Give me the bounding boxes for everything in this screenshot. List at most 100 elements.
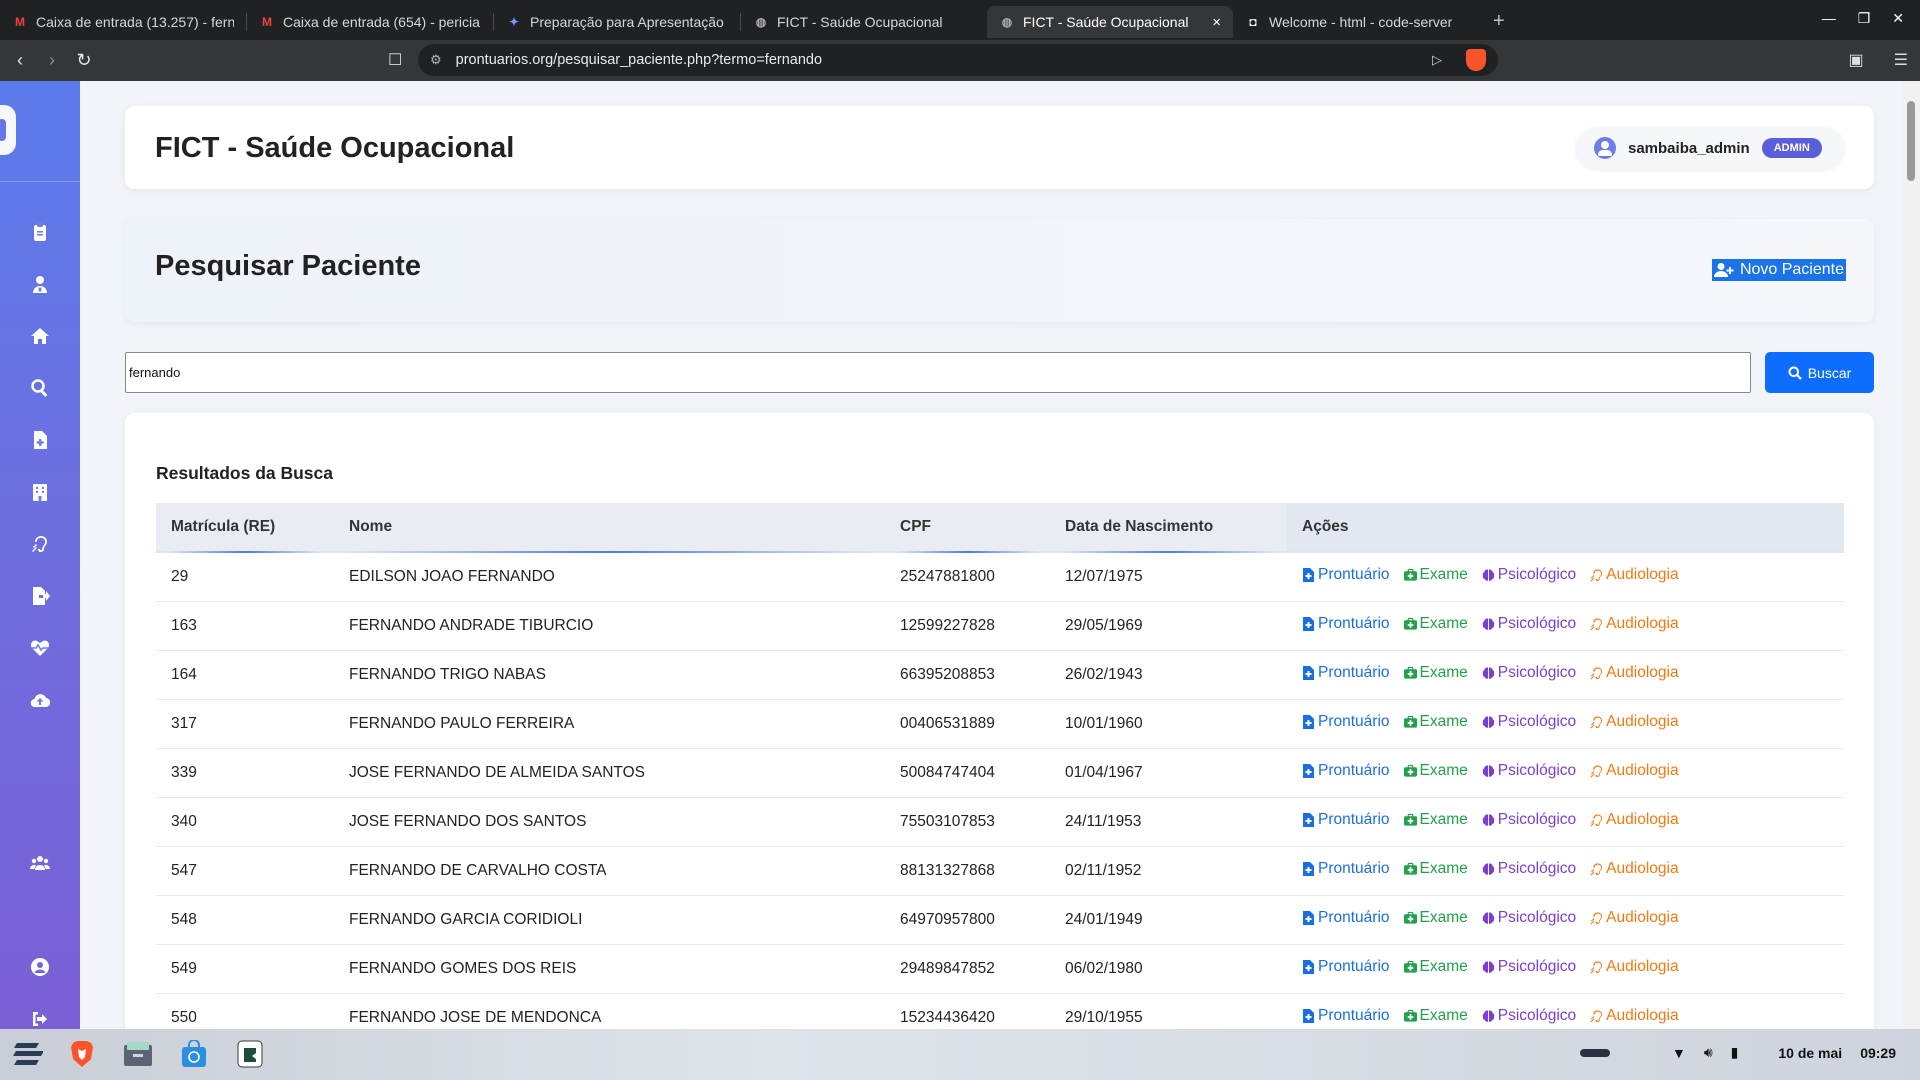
terminal-icon[interactable] [234, 1038, 266, 1070]
audiologia-link[interactable]: Audiologia [1590, 713, 1679, 731]
audiologia-link[interactable]: Audiologia [1590, 909, 1679, 927]
exame-link[interactable]: Exame [1403, 811, 1468, 829]
close-window-icon[interactable]: ✕ [1892, 10, 1904, 27]
psicologico-link[interactable]: Psicológico [1482, 713, 1576, 731]
prontuario-link[interactable]: Prontuário [1302, 713, 1390, 731]
prontuario-link[interactable]: Prontuário [1302, 1007, 1390, 1025]
search-input[interactable] [125, 352, 1751, 393]
prontuario-link[interactable]: Prontuário [1302, 860, 1390, 878]
browser-tab[interactable]: M Caixa de entrada (13.257) - fern [0, 6, 246, 38]
sidebar-item-usuarios[interactable] [0, 845, 80, 881]
sidebar-item-prontuarios[interactable] [0, 214, 80, 250]
sidebar-item-perfil[interactable] [0, 949, 80, 985]
new-tab-button[interactable]: + [1493, 10, 1505, 33]
back-icon[interactable]: ‹ [8, 49, 32, 73]
psicologico-link[interactable]: Psicológico [1482, 811, 1576, 829]
tray-time[interactable]: 09:29 [1860, 1045, 1896, 1061]
bookmark-icon[interactable]: ☐ [388, 50, 402, 70]
audiologia-link[interactable]: Audiologia [1590, 762, 1679, 780]
close-tab-icon[interactable]: × [1212, 14, 1221, 31]
browser-tab[interactable]: ◘ Welcome - html - code-server [1233, 6, 1479, 38]
prontuario-link[interactable]: Prontuário [1302, 958, 1390, 976]
keyboard-layout-icon[interactable] [1579, 1048, 1610, 1057]
column-header[interactable]: Data de Nascimento [1050, 503, 1287, 553]
user-menu[interactable]: sambaiba_admin ADMIN [1576, 127, 1844, 169]
audiologia-link[interactable]: Audiologia [1590, 1007, 1679, 1025]
prontuario-link[interactable]: Prontuário [1302, 566, 1390, 584]
prontuario-link[interactable]: Prontuário [1302, 909, 1390, 927]
browser-tab-active[interactable]: ◍ FICT - Saúde Ocupacional × [987, 6, 1233, 38]
cell-re: 317 [156, 699, 334, 749]
psicologico-link[interactable]: Psicológico [1482, 958, 1576, 976]
store-icon[interactable] [178, 1038, 210, 1070]
brain-icon [1482, 814, 1495, 826]
new-patient-button[interactable]: Novo Paciente [1711, 259, 1846, 281]
exame-link[interactable]: Exame [1403, 664, 1468, 682]
column-header[interactable]: Nome [334, 503, 885, 553]
exame-link[interactable]: Exame [1403, 1007, 1468, 1025]
search-button[interactable]: Buscar [1765, 352, 1874, 393]
exame-link[interactable]: Exame [1403, 909, 1468, 927]
scrollbar-thumb[interactable] [1907, 101, 1915, 181]
sidebar-item-upload[interactable] [0, 682, 80, 718]
page-scrollbar[interactable] [1903, 81, 1920, 1029]
prontuario-link[interactable]: Prontuário [1302, 664, 1390, 682]
psicologico-link[interactable]: Psicológico [1482, 1007, 1576, 1025]
psicologico-link[interactable]: Psicológico [1482, 909, 1576, 927]
audiologia-link[interactable]: Audiologia [1590, 958, 1679, 976]
audiologia-link[interactable]: Audiologia [1590, 664, 1679, 682]
sidebar-toggle[interactable] [0, 105, 16, 155]
sidebar-item-pacientes[interactable] [0, 266, 80, 302]
prontuario-link[interactable]: Prontuário [1302, 615, 1390, 633]
audiologia-link[interactable]: Audiologia [1590, 811, 1679, 829]
prontuario-link[interactable]: Prontuário [1302, 762, 1390, 780]
reload-icon[interactable]: ↻ [72, 49, 96, 73]
wifi-icon[interactable]: ▼ [1672, 1045, 1686, 1061]
prontuario-link[interactable]: Prontuário [1302, 811, 1390, 829]
brave-icon[interactable] [66, 1038, 98, 1070]
brave-shield-icon[interactable] [1466, 49, 1486, 71]
exame-link[interactable]: Exame [1403, 713, 1468, 731]
exame-link[interactable]: Exame [1403, 958, 1468, 976]
audiologia-link[interactable]: Audiologia [1590, 615, 1679, 633]
browser-tab[interactable]: M Caixa de entrada (654) - pericia [247, 6, 493, 38]
exame-link[interactable]: Exame [1403, 860, 1468, 878]
psicologico-link[interactable]: Psicológico [1482, 664, 1576, 682]
url-text[interactable]: prontuarios.org/pesquisar_paciente.php?t… [456, 52, 822, 68]
cell-nome: EDILSON JOAO FERNANDO [334, 552, 885, 602]
sidebar-item-empresas[interactable] [0, 474, 80, 510]
brain-icon [1482, 912, 1495, 924]
share-icon[interactable]: ▷ [1432, 52, 1442, 68]
sidebar-item-home[interactable] [0, 318, 80, 354]
forward-icon[interactable]: › [40, 49, 64, 73]
sidebar-item-saude[interactable] [0, 630, 80, 666]
tray-date[interactable]: 10 de mai [1778, 1045, 1842, 1061]
psicologico-link[interactable]: Psicológico [1482, 615, 1576, 633]
sidebar-item-documentos[interactable] [0, 422, 80, 458]
site-settings-icon[interactable]: ⚙ [430, 52, 442, 68]
psicologico-link[interactable]: Psicológico [1482, 566, 1576, 584]
exame-link[interactable]: Exame [1403, 566, 1468, 584]
battery-icon[interactable]: ▮ [1731, 1044, 1739, 1061]
zorin-menu-icon[interactable] [12, 1038, 44, 1070]
address-bar[interactable]: ⚙ prontuarios.org/pesquisar_paciente.php… [418, 44, 1498, 76]
column-header[interactable]: Matrícula (RE) [156, 503, 334, 553]
volume-icon[interactable]: 🔊︎ [1704, 1044, 1713, 1061]
browser-tab[interactable]: ◍ FICT - Saúde Ocupacional [741, 6, 987, 38]
sidebar-item-audiologia[interactable] [0, 526, 80, 562]
minimize-icon[interactable]: — [1822, 10, 1836, 27]
psicologico-link[interactable]: Psicológico [1482, 860, 1576, 878]
sidebar-panel-icon[interactable]: ▣ [1849, 50, 1864, 70]
files-icon[interactable] [122, 1038, 154, 1070]
sidebar-item-exportar[interactable] [0, 578, 80, 614]
exame-link[interactable]: Exame [1403, 762, 1468, 780]
browser-tab[interactable]: ✦ Preparação para Apresentação [494, 6, 740, 38]
exame-link[interactable]: Exame [1403, 615, 1468, 633]
maximize-icon[interactable]: ❐ [1858, 10, 1871, 27]
psicologico-link[interactable]: Psicológico [1482, 762, 1576, 780]
audiologia-link[interactable]: Audiologia [1590, 860, 1679, 878]
audiologia-link[interactable]: Audiologia [1590, 566, 1679, 584]
column-header[interactable]: CPF [885, 503, 1050, 553]
menu-icon[interactable]: ☰ [1894, 50, 1908, 70]
sidebar-item-pesquisar[interactable] [0, 370, 80, 406]
